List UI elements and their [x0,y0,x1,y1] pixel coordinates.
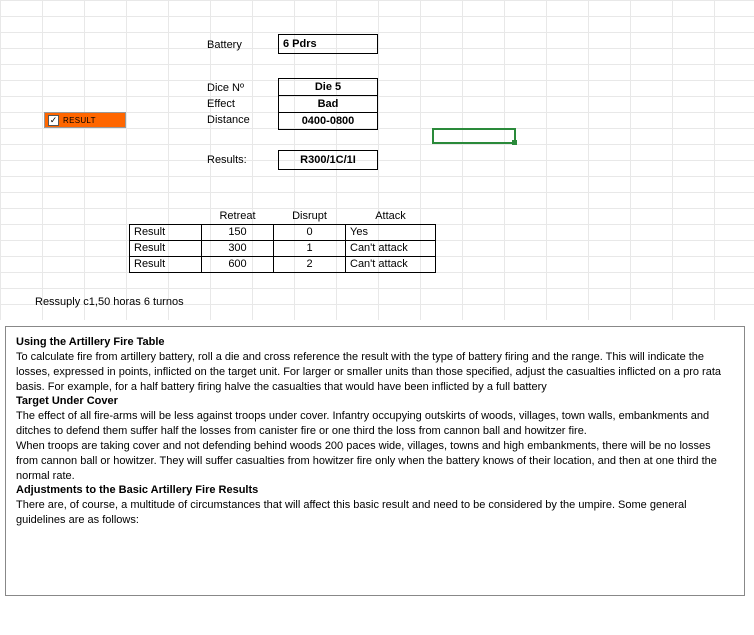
rules-heading-3: Adjustments to the Basic Artillery Fire … [16,483,734,498]
rules-textbox[interactable]: Using the Artillery Fire Table To calcul… [5,326,745,596]
cell-retreat[interactable]: 300 [202,240,274,256]
row-label: Result [130,224,202,240]
row-label: Result [130,240,202,256]
value-results[interactable]: R300/1C/1I [278,150,378,170]
value-distance[interactable]: 0400-0800 [278,112,378,130]
label-dice: Dice Nº [203,80,273,96]
fill-handle[interactable] [512,140,517,145]
cell-disrupt[interactable]: 0 [274,224,346,240]
row-label: Result [130,256,202,272]
active-cell-selection[interactable] [432,128,516,144]
table-row[interactable]: Result 150 0 Yes [130,224,436,240]
col-disrupt: Disrupt [274,208,346,224]
spreadsheet-grid[interactable]: Battery 6 Pdrs Dice Nº Die 5 Effect Bad … [0,0,754,320]
result-checkbox-button[interactable]: ✓ RESULT [44,112,126,128]
col-attack: Attack [346,208,436,224]
label-distance: Distance [203,112,273,128]
value-dice[interactable]: Die 5 [278,78,378,96]
checkbox-icon[interactable]: ✓ [48,115,59,126]
rules-para-2: The effect of all fire-arms will be less… [16,409,734,439]
table-row[interactable]: Result 300 1 Can't attack [130,240,436,256]
cell-attack[interactable]: Can't attack [346,256,436,272]
cell-attack[interactable]: Can't attack [346,240,436,256]
label-results: Results: [203,152,273,168]
table-row[interactable]: Result 600 2 Can't attack [130,256,436,272]
label-battery: Battery [203,36,273,54]
ressuply-text: Ressuply c1,50 horas 6 turnos [35,296,184,308]
rules-para-1: To calculate fire from artillery battery… [16,350,734,395]
rules-para-3: When troops are taking cover and not def… [16,439,734,484]
table-header-row: Retreat Disrupt Attack [130,208,436,224]
rules-para-4: There are, of course, a multitude of cir… [16,498,734,528]
result-button-label: RESULT [63,116,96,125]
value-battery[interactable]: 6 Pdrs [278,34,378,54]
rules-heading-2: Target Under Cover [16,394,734,409]
cell-disrupt[interactable]: 1 [274,240,346,256]
cell-disrupt[interactable]: 2 [274,256,346,272]
cell-retreat[interactable]: 150 [202,224,274,240]
value-effect[interactable]: Bad [278,95,378,113]
results-table: Retreat Disrupt Attack Result 150 0 Yes … [129,208,436,273]
label-effect: Effect [203,96,273,112]
cell-retreat[interactable]: 600 [202,256,274,272]
cell-attack[interactable]: Yes [346,224,436,240]
col-retreat: Retreat [202,208,274,224]
rules-heading-1: Using the Artillery Fire Table [16,335,734,350]
